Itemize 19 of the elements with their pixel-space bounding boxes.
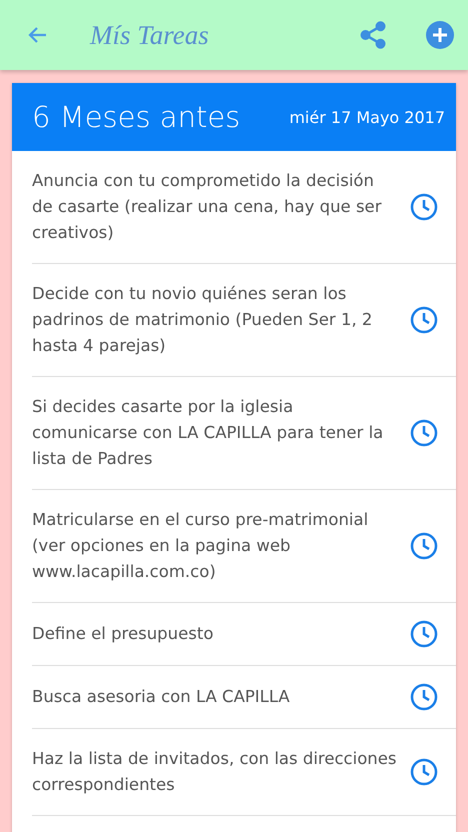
task-text: Si decides casarte por la iglesia comunicarse con LA CAPILLA para tener la lista de Padres [32,396,384,470]
section-date: miér 17 Mayo 2017 [289,108,445,126]
add-icon[interactable] [426,21,454,49]
task-text: Anuncia con tu comprometido la decisión de casarte (realizar una cena, hay que ser creativos) [32,170,382,244]
share-icon[interactable] [358,20,388,50]
task-text: Matricularse en el curso pre-matrimonial (ver opciones en la pagina web www.lacapilla.com.co) [32,509,370,583]
task-text: Define el presupuesto [32,623,214,645]
clock-icon[interactable] [410,419,438,447]
clock-icon[interactable] [410,620,438,648]
task-text: Decide con tu novio quiénes seran los padrinos de matrimonio (Pueden Ser 1, 2 hasta 4 parejas) [32,283,374,357]
clock-icon[interactable] [410,683,438,711]
task-text: Busca asesoria con LA CAPILLA [32,686,291,708]
task-text: Haz la lista de invitados, con las direcciones correspondientes [32,748,398,796]
clock-icon[interactable] [410,758,438,786]
section-title: 6 Meses antes [32,100,240,134]
app-title: Mís Tareas [90,20,210,50]
clock-icon[interactable] [410,532,438,560]
clock-icon[interactable] [410,193,438,221]
clock-icon[interactable] [410,306,438,334]
